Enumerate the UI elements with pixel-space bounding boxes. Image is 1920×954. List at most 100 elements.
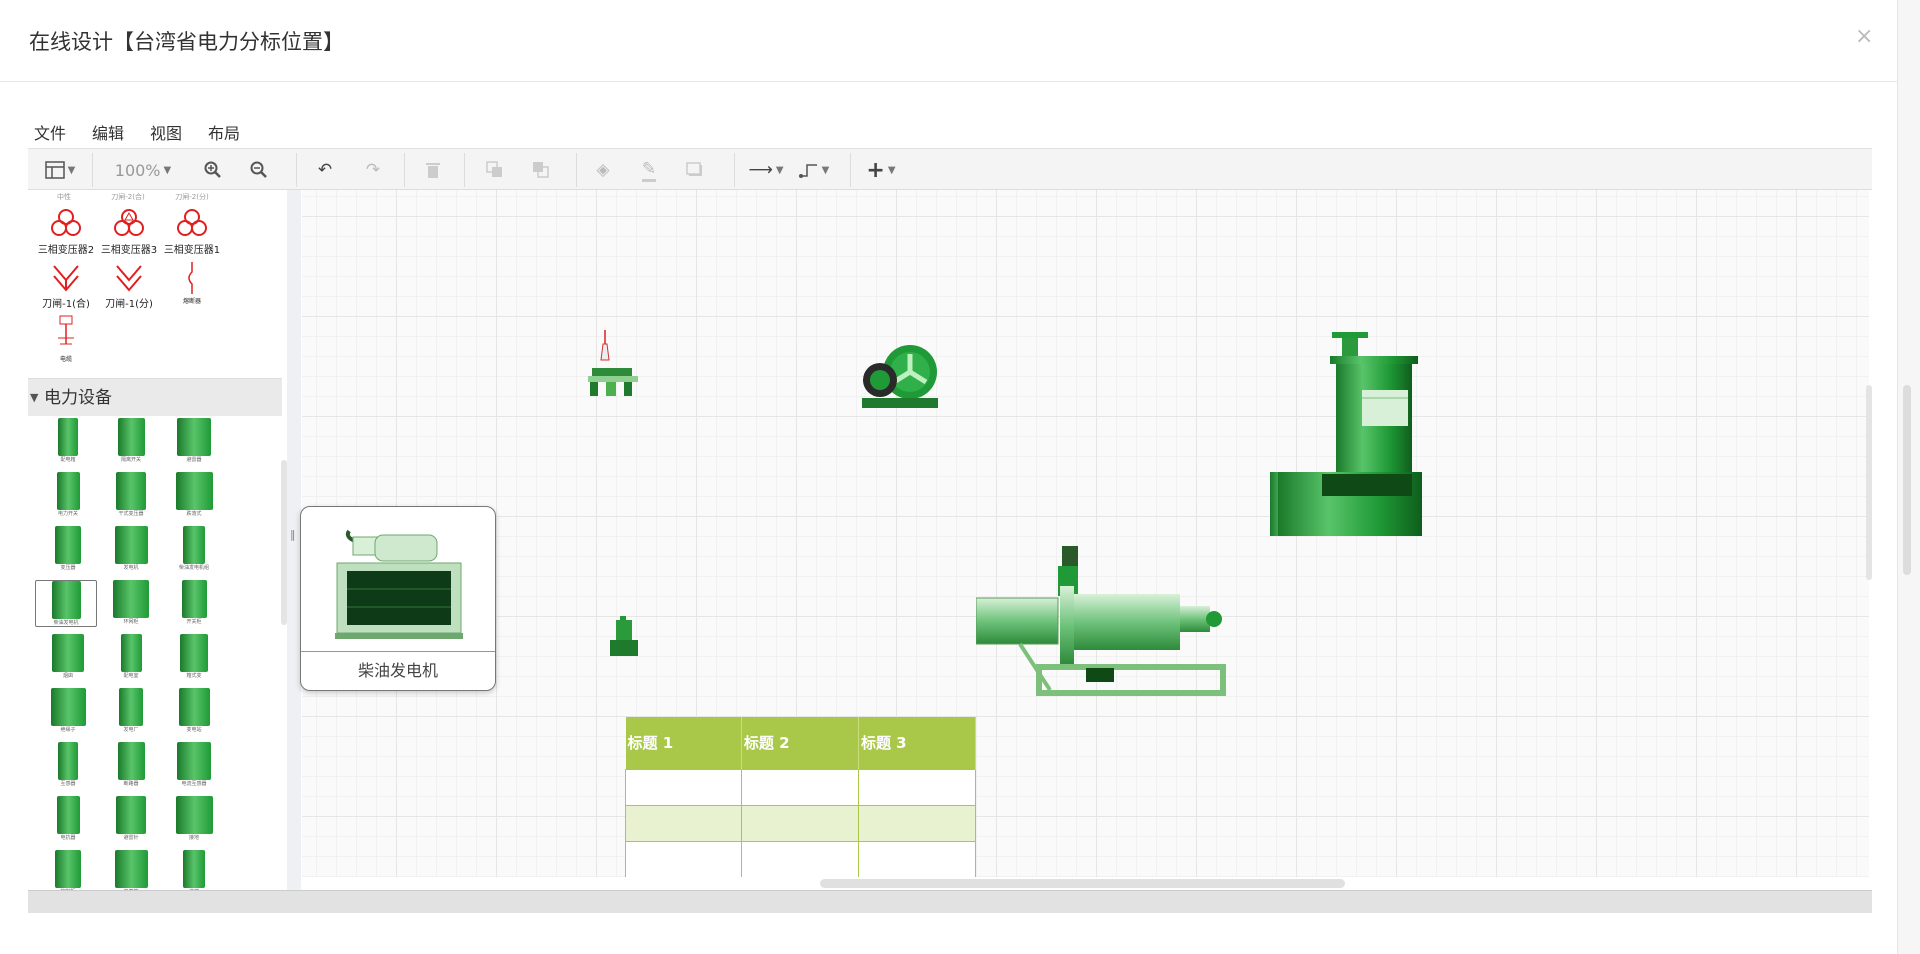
- shadow-icon: [686, 162, 702, 176]
- connection-style-button[interactable]: ⟶ ▼: [746, 157, 786, 183]
- equipment-shape[interactable]: 发电机: [101, 526, 161, 571]
- redo-button[interactable]: ↷: [358, 157, 388, 183]
- motor-pump-unit-shape[interactable]: [976, 546, 1226, 696]
- equipment-shape[interactable]: 电力开关: [38, 472, 98, 517]
- equipment-shape[interactable]: 柴油发电机组: [164, 526, 224, 571]
- menu-layout[interactable]: 布局: [202, 116, 246, 144]
- menu-edit[interactable]: 编辑: [86, 116, 130, 144]
- equipment-shape[interactable]: 干式变压器: [101, 472, 161, 517]
- knife-switch-icon: [53, 265, 79, 292]
- fill-color-button[interactable]: ◈: [588, 157, 618, 183]
- equipment-shape[interactable]: 断路器: [101, 742, 161, 787]
- zoom-out-button[interactable]: [246, 157, 272, 183]
- equipment-shape[interactable]: 避雷器: [164, 418, 224, 463]
- shape-transformer-2[interactable]: 三相变压器2: [36, 208, 96, 256]
- page-scrollbar-thumb[interactable]: [1903, 385, 1911, 575]
- equipment-shape[interactable]: 烟囱: [38, 634, 98, 679]
- equipment-shape[interactable]: 跌落式: [164, 472, 224, 517]
- zoom-in-button[interactable]: [200, 157, 226, 183]
- shape-label: 避雷针: [123, 835, 139, 841]
- equipment-shape[interactable]: 控制柜: [38, 850, 98, 890]
- shape-transformer-1[interactable]: 三相变压器1: [162, 208, 222, 256]
- delete-button[interactable]: [418, 157, 448, 183]
- equipment-shape[interactable]: 配电室: [101, 634, 161, 679]
- page-scrollbar[interactable]: [1898, 0, 1920, 954]
- equipment-icon: [175, 472, 213, 510]
- equipment-shape[interactable]: 箱式变: [164, 634, 224, 679]
- shape-switch-closed[interactable]: 刀闸-1(合): [36, 262, 96, 310]
- equipment-shape[interactable]: 环网柜: [101, 580, 161, 625]
- equipment-shape[interactable]: 互感器: [38, 742, 98, 787]
- menu-view[interactable]: 视图: [144, 116, 188, 144]
- section-title: 电力设备: [44, 388, 112, 408]
- submersible-pump-shape[interactable]: [1270, 332, 1422, 536]
- canvas-table[interactable]: 标题 1 标题 2 标题 3: [625, 717, 977, 877]
- equipment-icon: [180, 634, 208, 672]
- equipment-icon: [58, 418, 78, 456]
- equipment-shape[interactable]: 电流互感器: [164, 742, 224, 787]
- table-cell[interactable]: [857, 804, 977, 842]
- equipment-shape[interactable]: 隔离开关: [101, 418, 161, 463]
- table-header: 标题 1: [625, 717, 742, 769]
- equipment-shape[interactable]: 变电站: [164, 688, 224, 733]
- table-cell[interactable]: [625, 804, 742, 842]
- shape-switch-open[interactable]: 刀闸-1(分): [99, 262, 159, 310]
- table-cell[interactable]: [740, 768, 859, 806]
- undo-button[interactable]: ↶: [310, 157, 340, 183]
- equipment-icon: [56, 472, 80, 510]
- waypoints-button[interactable]: ▼: [794, 157, 834, 183]
- equipment-shape[interactable]: 电抗器: [38, 796, 98, 841]
- chevron-down-icon: ▼: [163, 164, 172, 176]
- plus-icon: +: [866, 157, 885, 183]
- equipment-shape[interactable]: 发电厂: [101, 688, 161, 733]
- table-cell[interactable]: [625, 768, 742, 806]
- offshore-platform-shape[interactable]: [584, 330, 644, 400]
- equipment-shape[interactable]: 绝缘子: [38, 688, 98, 733]
- equipment-shape[interactable]: 终端: [164, 850, 224, 890]
- equipment-shape[interactable]: 配电箱: [38, 418, 98, 463]
- chevron-down-icon: ▼: [887, 164, 896, 176]
- equipment-shape[interactable]: 柴油发电机: [35, 580, 97, 627]
- shape-cable[interactable]: 电缆: [36, 314, 96, 363]
- table-cell[interactable]: [857, 840, 977, 877]
- fan-motor-shape[interactable]: [860, 342, 940, 410]
- diagram-canvas[interactable]: 标题 1 标题 2 标题 3: [302, 190, 1869, 877]
- equipment-shape[interactable]: 开关柜: [164, 580, 224, 625]
- equipment-icon: [177, 742, 211, 780]
- equipment-icon: [177, 418, 211, 456]
- table-cell[interactable]: [740, 840, 859, 877]
- insert-button[interactable]: + ▼: [860, 157, 902, 183]
- zoom-select[interactable]: 100% ▼: [108, 157, 178, 183]
- shape-label: 刀闸-1(分): [105, 299, 153, 310]
- equipment-shape[interactable]: 避雷针: [101, 796, 161, 841]
- shape-fuse[interactable]: 熔断器: [162, 262, 222, 305]
- to-front-button[interactable]: [480, 157, 510, 183]
- table-cell[interactable]: [625, 840, 742, 877]
- section-power-equipment[interactable]: ▼ 电力设备: [28, 378, 282, 416]
- table-cell[interactable]: [857, 768, 977, 806]
- canvas-horizontal-scrollbar[interactable]: [820, 879, 1345, 888]
- line-color-button[interactable]: ✎: [634, 157, 664, 183]
- shape-label: 刀闸-2(分): [175, 193, 209, 201]
- chevron-down-icon: ▼: [775, 164, 784, 176]
- equipment-shape[interactable]: 变压器: [38, 526, 98, 571]
- three-phase-transformer-icon: [177, 209, 207, 236]
- sidebar-splitter[interactable]: ‖: [287, 190, 301, 890]
- small-pump-shape[interactable]: [608, 616, 640, 658]
- shape-label: 电力开关: [57, 511, 78, 517]
- menu-file[interactable]: 文件: [28, 116, 72, 144]
- format-panel-toggle-button[interactable]: ▼: [42, 157, 78, 183]
- close-icon[interactable]: ×: [1855, 24, 1873, 49]
- equipment-icon: [58, 742, 78, 780]
- table-cell[interactable]: [740, 804, 859, 842]
- equipment-icon: [116, 472, 146, 510]
- shape-transformer-3[interactable]: 三相变压器3: [99, 208, 159, 256]
- canvas-vertical-scrollbar[interactable]: [1866, 385, 1872, 580]
- elbow-connector-icon: [798, 164, 817, 178]
- shape-label: 箱式变: [186, 673, 202, 679]
- shadow-button[interactable]: [680, 157, 710, 183]
- equipment-shape[interactable]: 电表箱: [101, 850, 161, 890]
- to-back-button[interactable]: [526, 157, 556, 183]
- equipment-shape[interactable]: 接地: [164, 796, 224, 841]
- shape-label: 环网柜: [123, 619, 139, 625]
